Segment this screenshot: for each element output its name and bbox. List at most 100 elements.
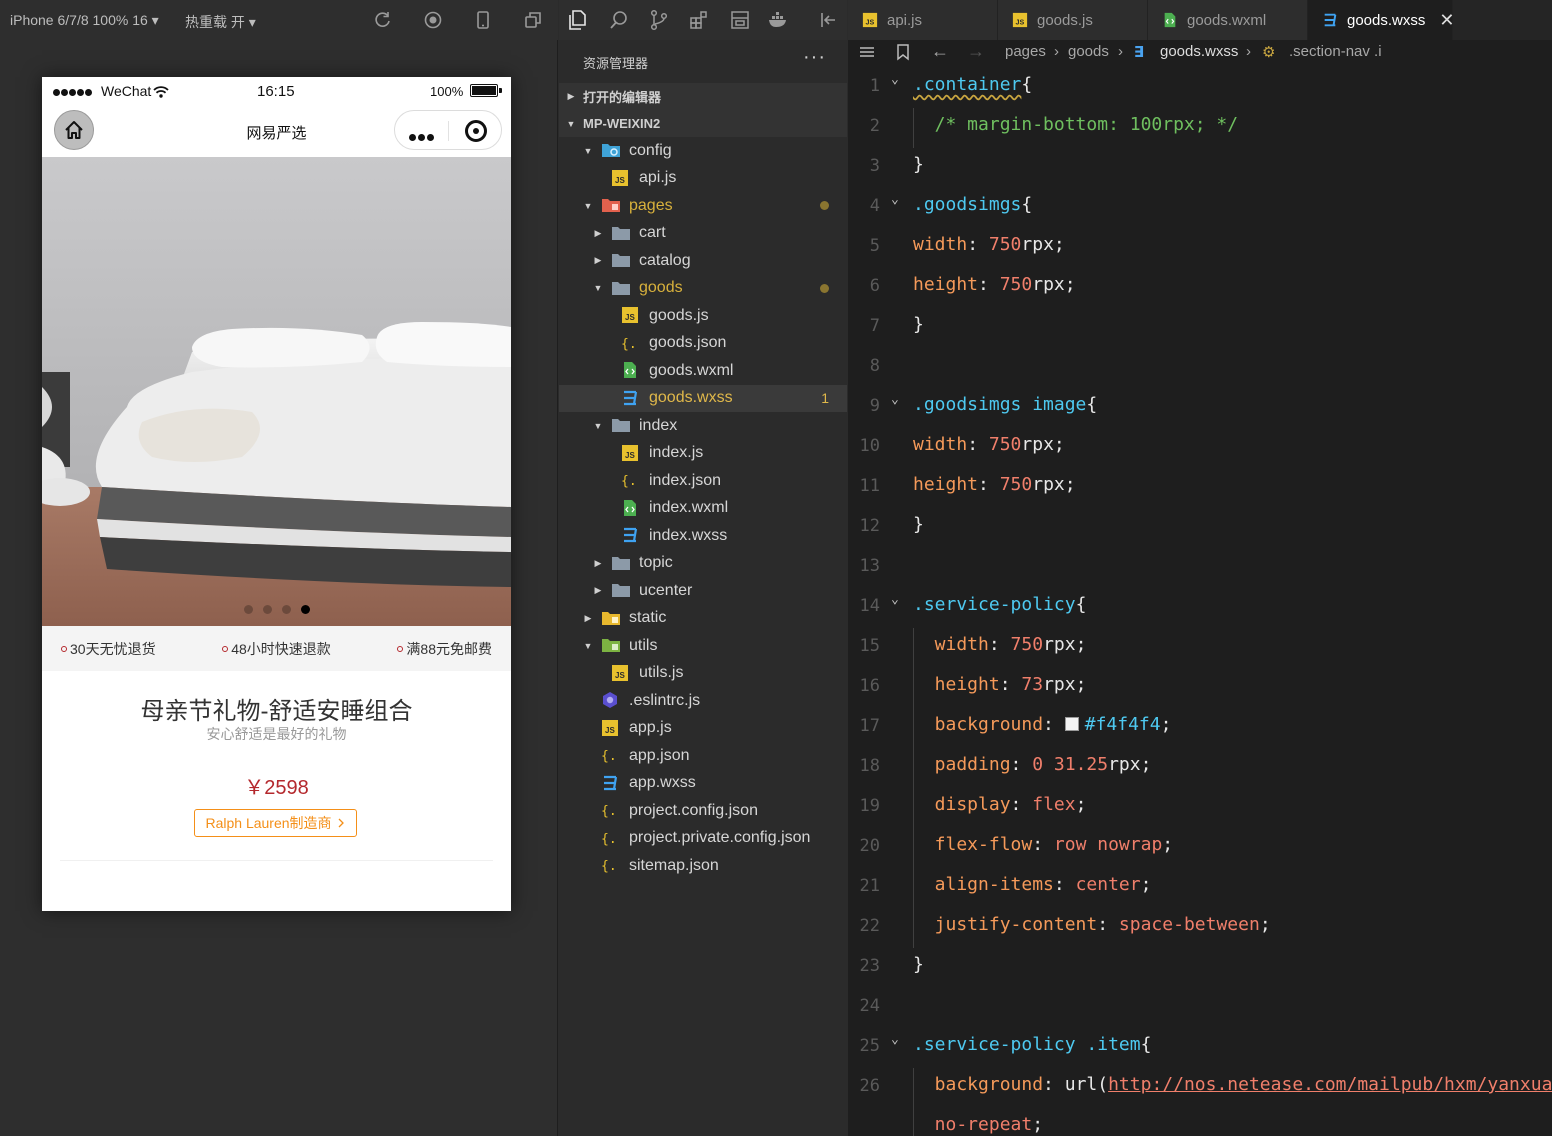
phone-icon[interactable] (473, 10, 493, 30)
folder-row[interactable]: ▼ index (559, 412, 847, 440)
hot-reload-toggle[interactable]: 热重载 开 ▾ (185, 12, 256, 32)
file-row[interactable]: index.wxss (559, 522, 847, 550)
goods-name: 母亲节礼物-舒适安睡组合 (140, 698, 413, 725)
swiper-dot[interactable] (262, 605, 272, 614)
editor-tab[interactable]: goods.wxss ✕ (1308, 0, 1454, 40)
file-row[interactable]: JS goods.js (559, 302, 847, 330)
project-section[interactable]: ▼ MP-WEIXIN2 (559, 110, 847, 137)
folder-row[interactable]: ▶ topic (559, 550, 847, 578)
battery-percent: 100% (430, 84, 464, 99)
swiper-dot-active[interactable] (300, 605, 310, 614)
brand-button[interactable]: Ralph Lauren制造商 (194, 809, 357, 837)
chevron-right-icon: › (1054, 43, 1059, 60)
breadcrumb-item[interactable]: pages (1005, 43, 1046, 60)
forward-arrow-icon[interactable]: → (967, 41, 985, 62)
breadcrumb-item[interactable]: .section-nav .i (1289, 43, 1382, 60)
goods-image-swiper[interactable] (42, 157, 511, 626)
file-row[interactable]: JS api.js (559, 165, 847, 193)
file-row[interactable]: app.wxss (559, 770, 847, 798)
fold-chevron-icon[interactable]: ⌄ (891, 192, 899, 207)
file-row[interactable]: .eslintrc.js (559, 687, 847, 715)
swiper-dot[interactable] (243, 605, 253, 614)
docker-icon[interactable] (767, 9, 789, 31)
editor-tab[interactable]: JS api.js (848, 0, 998, 40)
close-miniprogram-icon[interactable] (465, 120, 487, 142)
bookmark-icon[interactable] (895, 43, 911, 65)
file-row[interactable]: {..} project.private.config.json (559, 825, 847, 853)
line-number: 18 (859, 756, 880, 776)
file-row[interactable]: goods.wxml (559, 357, 847, 385)
breadcrumb-item[interactable]: goods (1068, 43, 1109, 60)
svg-text:{..}: {..} (601, 804, 619, 819)
line-number: 8 (869, 356, 880, 376)
code-line: 3} (848, 148, 1552, 188)
code-token: { (1075, 594, 1087, 615)
line-number: 1 (869, 76, 880, 96)
editor-tab[interactable]: JS goods.js (998, 0, 1148, 40)
code-token: display (913, 794, 1011, 815)
fold-chevron-icon[interactable]: ⌄ (891, 72, 899, 87)
close-icon[interactable]: ✕ (1439, 10, 1454, 31)
capsule-divider (448, 121, 449, 141)
fold-chevron-icon[interactable]: ⌄ (891, 592, 899, 607)
folder-row[interactable]: ▼ goods (559, 275, 847, 303)
more-icon[interactable] (409, 128, 436, 146)
code-line: 26 background: url(http://nos.netease.co… (848, 1068, 1552, 1108)
file-name: api.js (639, 169, 677, 187)
more-actions-icon[interactable]: ··· (803, 46, 826, 69)
stop-icon[interactable] (423, 10, 443, 30)
file-row[interactable]: JS app.js (559, 715, 847, 743)
layout-icon[interactable] (729, 9, 751, 31)
file-row[interactable]: {..} sitemap.json (559, 852, 847, 880)
breadcrumb-item[interactable]: goods.wxss (1160, 43, 1238, 60)
folder-row[interactable]: ▼ utils (559, 632, 847, 660)
folder-row[interactable]: ▼ config (559, 137, 847, 165)
file-row[interactable]: index.wxml (559, 495, 847, 523)
goods-price: ￥2598 (244, 777, 309, 799)
code-text: .container{ (913, 74, 1032, 95)
back-arrow-icon[interactable]: ← (931, 41, 949, 62)
file-row[interactable]: goods.wxss 1 (559, 384, 847, 412)
extensions-icon[interactable] (688, 9, 710, 31)
editor-tab[interactable]: goods.wxml (1148, 0, 1308, 40)
refresh-icon[interactable] (373, 10, 393, 30)
search-icon[interactable] (608, 9, 630, 31)
folder-row[interactable]: ▶ catalog (559, 247, 847, 275)
files-icon[interactable] (567, 9, 589, 31)
file-row[interactable]: {..} app.json (559, 742, 847, 770)
navigation-bar: 网易严选 (42, 105, 511, 157)
detach-window-icon[interactable] (523, 10, 543, 30)
open-editors-section[interactable]: ▶ 打开的编辑器 (559, 83, 847, 110)
folder-row[interactable]: ▶ cart (559, 220, 847, 248)
goods-brief: 安心舒适是最好的礼物 (206, 726, 347, 742)
collapse-panel-icon[interactable] (817, 9, 839, 31)
file-name: config (629, 141, 672, 159)
service-policy: 30天无忧退货 48小时快速退款 满88元免邮费 (42, 626, 511, 671)
divider (60, 860, 493, 861)
device-select[interactable]: iPhone 6/7/8 100% 16 ▾ (10, 12, 159, 29)
file-name: ucenter (639, 581, 693, 599)
code-token: url( (1064, 1074, 1109, 1095)
folder-row[interactable]: ▶ static (559, 605, 847, 633)
folder-row[interactable]: ▼ pages (559, 192, 847, 220)
phone-screen: WeChat 16:15 100% 网易严选 30天无忧退货 48小时快速退款 … (42, 77, 511, 911)
line-number: 6 (869, 276, 880, 296)
source-control-icon[interactable] (648, 9, 670, 31)
outline-icon[interactable] (858, 43, 876, 65)
fold-chevron-icon[interactable]: ⌄ (891, 1032, 899, 1047)
code-editor[interactable]: 1 ⌄ .container{2 /* margin-bottom: 100rpx;… (848, 68, 1552, 1136)
file-row[interactable]: {..} index.json (559, 467, 847, 495)
code-token: ; (1140, 874, 1152, 895)
file-row[interactable]: {..} project.config.json (559, 797, 847, 825)
code-text: background: #f4f4f4; (913, 714, 1172, 735)
file-row[interactable]: JS utils.js (559, 660, 847, 688)
folder-row[interactable]: ▶ ucenter (559, 577, 847, 605)
file-row[interactable]: {..} goods.json (559, 330, 847, 358)
file-row[interactable]: JS index.js (559, 440, 847, 468)
code-token: padding (913, 754, 1011, 775)
folder-pages-icon (601, 196, 620, 214)
fold-chevron-icon[interactable]: ⌄ (891, 392, 899, 407)
json-icon: {..} (601, 856, 632, 874)
swiper-dot[interactable] (281, 605, 291, 614)
folder-utils-icon (601, 636, 620, 654)
